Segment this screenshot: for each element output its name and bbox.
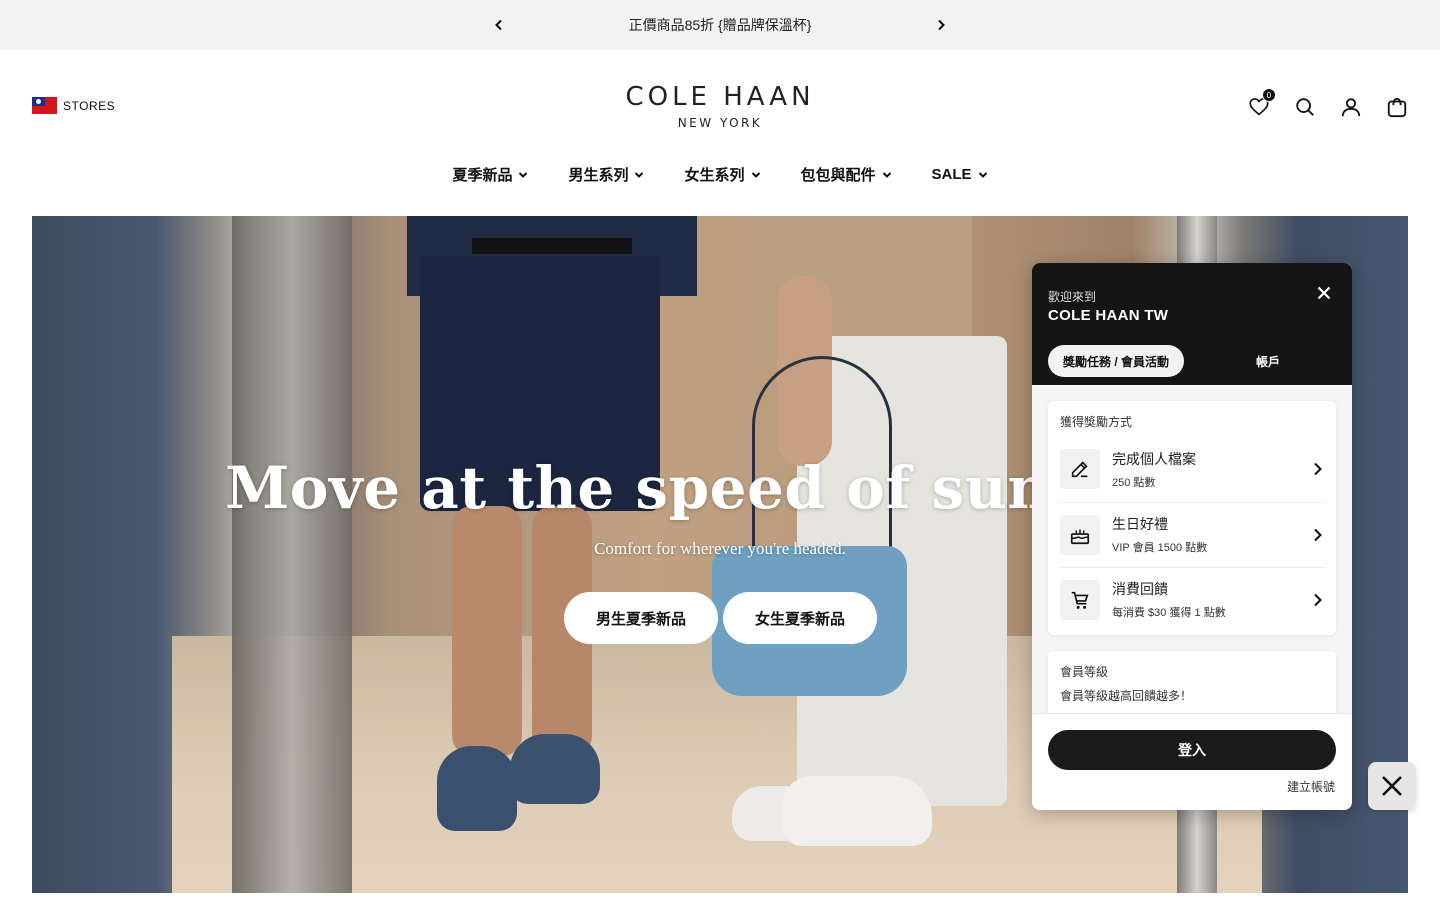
chevron-down-icon [519, 171, 528, 178]
earn-title: 消費回饋 [1112, 581, 1168, 597]
stores-link[interactable]: STORES [32, 97, 115, 114]
chevron-right-icon [1314, 462, 1322, 476]
main-nav: 夏季新品 男生系列 女生系列 包包與配件 SALE [0, 164, 1440, 185]
logo-line2: NEW YORK [677, 116, 763, 130]
search-icon [1296, 98, 1314, 116]
earn-desc: 250 點數 [1112, 476, 1156, 489]
nav-item-sale[interactable]: SALE [932, 164, 988, 185]
shop-men-summer-button[interactable]: 男生夏季新品 [564, 592, 718, 644]
rewards-panel: 歡迎來到 COLE HAAN TW 獎勵任務 / 會員活動 帳戶 獲得獎勵方式 … [1032, 263, 1352, 810]
earn-row-profile[interactable]: 完成個人檔案 250 點數 [1060, 437, 1326, 501]
bag-icon [1387, 97, 1407, 118]
earn-icon-box [1060, 514, 1100, 555]
rewards-panel-header: 歡迎來到 COLE HAAN TW 獎勵任務 / 會員活動 帳戶 [1032, 263, 1352, 385]
tab-account[interactable]: 帳戶 [1232, 345, 1304, 377]
rewards-launcher-close-button[interactable] [1368, 762, 1416, 810]
hero-buttons: 男生夏季新品 女生夏季新品 [564, 592, 877, 644]
taiwan-flag-icon [32, 97, 57, 114]
chevron-right-icon [1314, 528, 1322, 541]
shop-women-summer-button[interactable]: 女生夏季新品 [723, 592, 877, 644]
announcement-prev-button[interactable] [487, 13, 511, 37]
logo-line1: COLE HAAN [625, 82, 815, 112]
hero-man-shoe [510, 734, 600, 804]
nav-item-bags-accessories[interactable]: 包包與配件 [801, 164, 892, 185]
rewards-panel-body[interactable]: 獲得獎勵方式 完成個人檔案 250 點數 生日好禮 VIP 會員 1500 點數 [1032, 385, 1352, 713]
membership-tier-card: 會員等級 會員等級越高回饋越多！ [1048, 651, 1336, 713]
search-button[interactable] [1292, 94, 1318, 120]
announcement-bar: 正價商品85折 {贈品牌保溫杯} [0, 0, 1440, 50]
close-panel-button[interactable] [1312, 281, 1336, 305]
nav-label: SALE [931, 166, 972, 183]
earn-row-purchase[interactable]: 消費回饋 每消費 $30 獲得 1 點數 [1060, 567, 1326, 631]
rewards-panel-footer: 登入 建立帳號 [1032, 713, 1352, 810]
user-icon [1341, 98, 1361, 117]
chevron-left-icon [495, 19, 502, 31]
ways-to-earn-title: 獲得獎勵方式 [1060, 415, 1133, 429]
store-name: COLE HAAN TW [1048, 307, 1169, 324]
earn-title: 完成個人檔案 [1112, 450, 1196, 467]
earn-icon-box [1060, 449, 1100, 489]
earn-desc: 每消費 $30 獲得 1 點數 [1112, 607, 1226, 619]
wishlist-button[interactable]: 0 [1246, 88, 1276, 120]
earn-row-birthday[interactable]: 生日好禮 VIP 會員 1500 點數 [1060, 502, 1326, 566]
chevron-right-icon [1314, 593, 1322, 606]
chevron-down-icon [635, 171, 644, 178]
cake-icon [1070, 529, 1090, 544]
pencil-icon [1071, 461, 1088, 478]
close-icon [1317, 286, 1331, 300]
wishlist-count-badge: 0 [1262, 88, 1276, 102]
welcome-text: 歡迎來到 [1048, 290, 1097, 304]
nav-label: 男生系列 [568, 167, 629, 184]
stores-label: STORES [63, 98, 116, 113]
earn-icon-box [1060, 579, 1100, 620]
chevron-down-icon [882, 171, 891, 178]
brand-logo[interactable]: COLE HAAN NEW YORK [620, 80, 820, 130]
tier-title: 會員等級 [1060, 665, 1109, 679]
cart-icon [1071, 591, 1089, 609]
hero-woman-shoe [782, 776, 932, 846]
earn-desc: VIP 會員 1500 點數 [1112, 542, 1208, 554]
create-account-link[interactable]: 建立帳號 [1287, 778, 1335, 795]
nav-item-men[interactable]: 男生系列 [568, 164, 644, 185]
chevron-down-icon [751, 171, 760, 178]
account-button[interactable] [1338, 94, 1364, 120]
login-button[interactable]: 登入 [1048, 730, 1336, 770]
tab-rewards[interactable]: 獎勵任務 / 會員活動 [1048, 345, 1184, 377]
announcement-next-button[interactable] [929, 13, 953, 37]
header-actions: 0 [1246, 88, 1410, 120]
nav-item-women[interactable]: 女生系列 [684, 164, 760, 185]
ways-to-earn-card: 獲得獎勵方式 完成個人檔案 250 點數 生日好禮 VIP 會員 1500 點數 [1048, 401, 1336, 635]
nav-label: 女生系列 [684, 167, 745, 184]
close-icon [1382, 776, 1402, 796]
nav-label: 包包與配件 [800, 167, 876, 184]
hero-belt [472, 238, 632, 254]
site-header: STORES COLE HAAN NEW YORK 0 夏季新品 男生系列 女生 [0, 50, 1440, 216]
announcement-message[interactable]: 正價商品85折 {贈品牌保溫杯} [629, 15, 812, 35]
tier-desc: 會員等級越高回饋越多！ [1060, 689, 1193, 703]
chevron-down-icon [978, 171, 987, 178]
earn-title: 生日好禮 [1112, 516, 1168, 532]
nav-item-summer[interactable]: 夏季新品 [452, 164, 528, 185]
chevron-right-icon [938, 19, 945, 31]
cart-button[interactable] [1384, 94, 1410, 120]
hero-man-shoe [437, 746, 517, 831]
nav-label: 夏季新品 [452, 167, 513, 184]
